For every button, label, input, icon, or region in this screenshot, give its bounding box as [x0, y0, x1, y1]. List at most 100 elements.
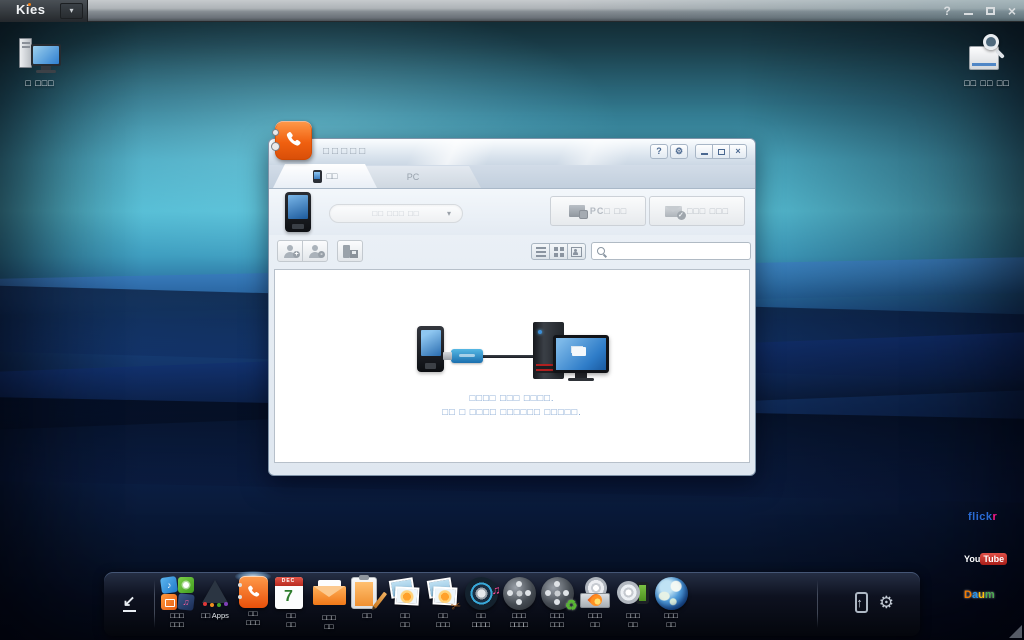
youtube-link[interactable]: YouTube: [964, 554, 1007, 564]
dock-item-disc-ripper[interactable]: □□□□□: [614, 575, 652, 631]
dock-item-music-player[interactable]: ♫ □□□□□□: [462, 575, 500, 631]
phone-handset-icon: [283, 130, 304, 151]
phone-handset-icon: [245, 584, 262, 601]
usb-connector-illustration: [451, 349, 483, 363]
empty-state-message-line2: □□ □ □□□□ □□□□□□ □□□□□.: [275, 406, 749, 420]
phone-save-icon: [343, 245, 350, 258]
shortcut-label: □□ □□ □□: [954, 78, 1020, 88]
disc-ripper-icon: [617, 577, 650, 610]
kies-logo-dot: [28, 3, 31, 6]
dock-item-internet[interactable]: □□□□□: [652, 575, 690, 631]
card-view-button[interactable]: [567, 243, 586, 260]
video-converter-icon: ♻: [541, 577, 574, 610]
monitor-lock-icon: [569, 205, 585, 217]
dock-minimize-button[interactable]: ↙: [112, 586, 146, 620]
device-thumbnail: [285, 192, 311, 232]
dock-item-memo[interactable]: □□: [348, 575, 386, 631]
maximize-button[interactable]: [986, 7, 995, 15]
recycle-arrows-icon: ♻: [565, 597, 578, 614]
device-search-shortcut[interactable]: □□ □□ □□: [954, 34, 1020, 88]
card-view-icon: [571, 247, 582, 257]
app-dock: ↙ ♪ ♫ □□□□□□ □□ Apps: [104, 572, 920, 636]
app-title-bar: Kies ▾ ? ×: [0, 0, 1024, 22]
dock-divider: [154, 580, 155, 628]
window-help-button[interactable]: ?: [650, 144, 668, 159]
window-restore-button[interactable]: [712, 144, 730, 159]
tab-phone[interactable]: □□: [273, 164, 377, 188]
envelope-check-icon: ✓: [665, 206, 682, 217]
shortcut-label: □ □□□: [8, 78, 72, 88]
device-header: □□ □□□ □□ ▾ PC□ □□ ✓ □□□ □□□: [269, 189, 755, 235]
empty-state-message-line1: □□□□ □□□ □□□□.: [275, 392, 749, 406]
my-computer-shortcut[interactable]: □ □□□: [8, 36, 72, 88]
kies-menu-button[interactable]: ▾: [60, 3, 83, 19]
grid-view-icon: [554, 247, 564, 257]
grid-view-button[interactable]: [549, 243, 568, 260]
contacts-app-icon: [275, 121, 312, 160]
music-notes-glyph: ♫: [182, 597, 190, 608]
dock-divider: [817, 580, 818, 628]
pc-sync-button[interactable]: PC□ □□: [550, 196, 646, 226]
dock-item-photo-editor[interactable]: ✂ □□□□□: [424, 575, 462, 631]
search-input[interactable]: [612, 244, 747, 258]
arrow-down-left-icon: ↙: [123, 595, 136, 609]
desktop-screen: Kies ▾ ? × □ □□□ □□ □□ □□ □□□□□: [0, 0, 1024, 640]
search-device-icon: [965, 34, 1009, 74]
phone-tab-icon: [313, 170, 322, 183]
window-settings-button[interactable]: ⚙: [670, 144, 688, 159]
list-view-button[interactable]: [531, 243, 550, 260]
dock-item-video-player[interactable]: □□□□□□□: [500, 575, 538, 631]
contacts-window: □□□□□ ? ⚙ × PC □□ □□ □□□ □□ ▾: [268, 138, 756, 476]
minimize-button[interactable]: [964, 13, 973, 15]
contact-search-box[interactable]: [591, 242, 751, 260]
firmware-upgrade-button[interactable]: ↑: [855, 592, 863, 613]
dock-item-contacts[interactable]: □□□□□: [234, 575, 272, 631]
close-button[interactable]: ×: [1008, 6, 1016, 16]
phone-illustration: [417, 326, 444, 372]
help-button[interactable]: ?: [943, 4, 950, 18]
multimedia-manager-icon: ♪ ♫: [161, 577, 194, 610]
calendar-icon: DEC 7: [275, 577, 303, 609]
add-contact-button[interactable]: +: [277, 240, 303, 262]
dock-item-photos[interactable]: □□□□: [386, 575, 424, 631]
computer-icon: [17, 36, 63, 74]
phone-upgrade-icon: [855, 592, 868, 613]
window-title: □□□□□: [323, 139, 368, 165]
window-close-button[interactable]: ×: [729, 144, 747, 159]
resize-grip[interactable]: [1009, 625, 1022, 638]
search-icon: [597, 247, 605, 255]
flickr-link[interactable]: flickr: [968, 511, 997, 523]
video-player-icon: [503, 577, 536, 610]
gear-icon: ⚙: [879, 593, 894, 612]
photos-icon: [389, 577, 422, 610]
monitor-illustration: [553, 335, 609, 373]
minimize-icon: [701, 153, 708, 155]
edit-contact-button[interactable]: -: [302, 240, 328, 262]
photo-editor-icon: ✂: [427, 577, 460, 610]
dock-item-samsung-apps[interactable]: □□ Apps: [196, 575, 234, 631]
dock-item-email[interactable]: □□□□□: [310, 575, 348, 631]
magnifier-icon: [983, 34, 999, 50]
save-to-phone-button[interactable]: [337, 240, 363, 262]
chevron-down-icon: ▾: [447, 205, 452, 222]
kies-logo-block: Kies ▾: [0, 0, 88, 22]
daum-link[interactable]: Daum: [964, 589, 995, 601]
tab-bar: PC □□: [269, 165, 755, 189]
gear-icon: ⚙: [675, 146, 683, 156]
samsung-apps-icon: [199, 577, 232, 610]
disc-burner-icon: [579, 577, 612, 610]
dock-item-multimedia-manager[interactable]: ♪ ♫ □□□□□□: [158, 575, 196, 631]
device-select[interactable]: □□ □□□ □□ ▾: [329, 204, 463, 223]
restore-icon: [718, 149, 725, 155]
window-minimize-button[interactable]: [695, 144, 713, 159]
title-bar-sheen: [0, 0, 1024, 21]
dock-item-video-converter[interactable]: ♻ □□□□□□: [538, 575, 576, 631]
music-player-icon: ♫: [465, 577, 498, 610]
dock-item-calendar[interactable]: DEC 7 □□□□: [272, 575, 310, 631]
contacts-icon: [239, 576, 268, 608]
list-view-icon: [536, 247, 546, 257]
dock-item-disc-burner[interactable]: □□□□□: [576, 575, 614, 631]
send-message-button[interactable]: ✓ □□□ □□□: [649, 196, 745, 226]
email-icon: [313, 579, 346, 612]
dock-settings-button[interactable]: ⚙: [879, 594, 894, 611]
